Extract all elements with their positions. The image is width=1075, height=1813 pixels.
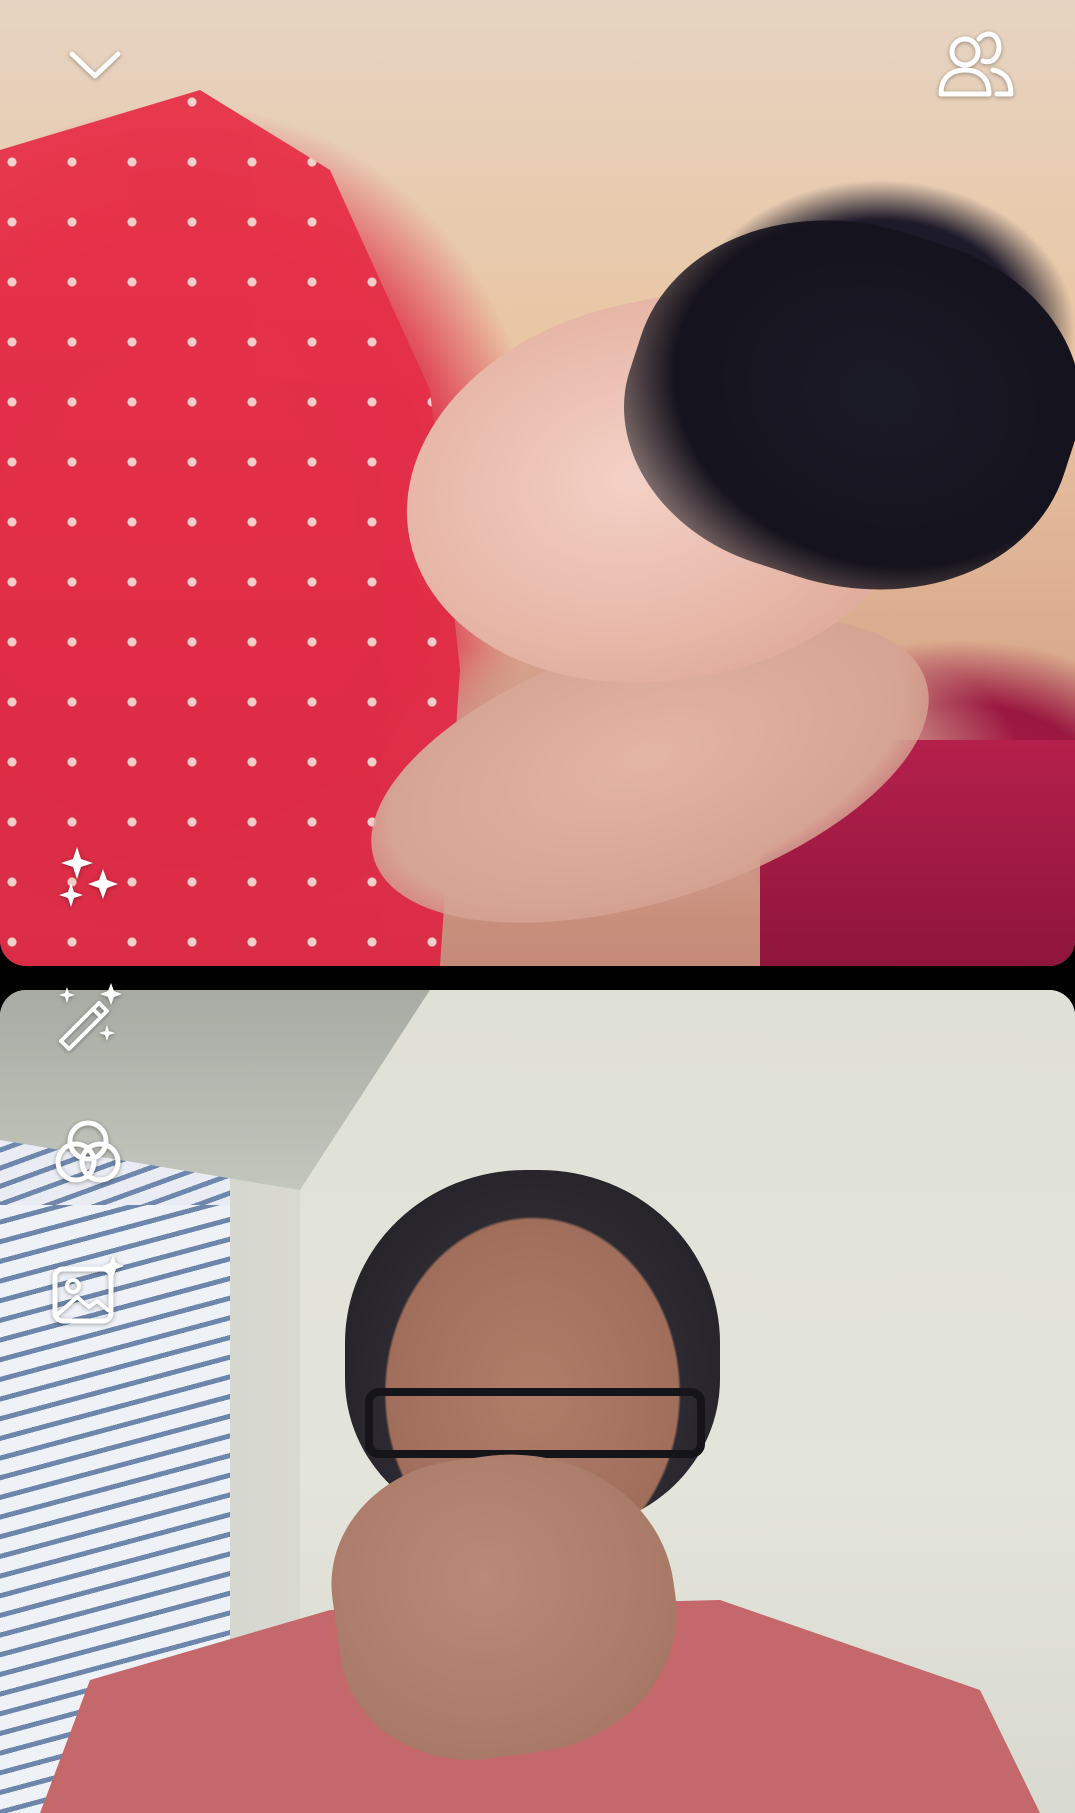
video-call-screen (0, 0, 1075, 1813)
chevron-down-icon (69, 51, 121, 79)
participants-button[interactable] (930, 20, 1020, 110)
effects-button[interactable] (48, 838, 128, 918)
minimize-call-button[interactable] (55, 30, 135, 100)
background-effects-button[interactable] (48, 1250, 128, 1330)
magic-wand-button[interactable] (48, 976, 128, 1056)
color-circles-icon (55, 1120, 121, 1183)
local-video-glasses (365, 1388, 705, 1458)
participants-icon (938, 31, 1014, 97)
color-filter-button[interactable] (48, 1112, 128, 1192)
magic-wand-icon (59, 983, 122, 1051)
remote-video-tile[interactable] (0, 0, 1075, 966)
image-sparkle-icon (52, 1255, 124, 1324)
local-video-tile[interactable] (0, 990, 1075, 1813)
sparkles-icon (59, 847, 118, 907)
